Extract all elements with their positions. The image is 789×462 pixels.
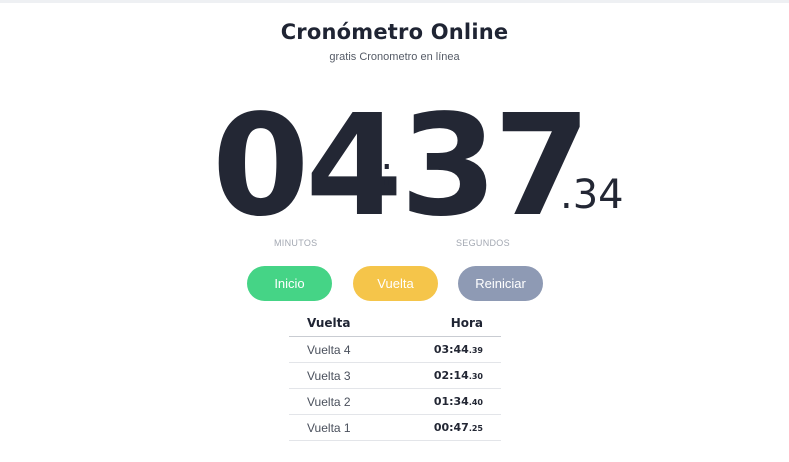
hundredths-display: .34 (560, 172, 624, 218)
lap-time-hundredths: .30 (468, 372, 483, 381)
minutes-display: 04 (212, 85, 403, 248)
lap-time: 03:44.39 (434, 343, 483, 356)
start-button[interactable]: Inicio (247, 266, 332, 301)
time-column-header: Hora (450, 316, 483, 330)
table-row: Vuelta 3 02:14.30 (289, 363, 501, 389)
minutes-label: MINUTOS (274, 238, 318, 248)
lap-time-hundredths: .40 (468, 398, 483, 407)
lap-time: 00:47.25 (434, 421, 483, 434)
lap-name: Vuelta 1 (307, 421, 351, 435)
table-row: Vuelta 4 03:44.39 (289, 337, 501, 363)
lap-time-main: 02:14 (433, 369, 469, 382)
lap-time-main: 00:47 (433, 421, 469, 434)
table-row: Vuelta 2 01:34.40 (289, 389, 501, 415)
reset-button[interactable]: Reiniciar (458, 266, 543, 301)
seconds-label: SEGUNDOS (456, 238, 510, 248)
time-separator: : (380, 149, 394, 195)
lap-time: 01:34.40 (434, 395, 483, 408)
laps-table-header: Vuelta Hora (289, 310, 501, 337)
table-row: Vuelta 1 00:47.25 (289, 415, 501, 441)
lap-name: Vuelta 2 (307, 395, 351, 409)
lap-time-hundredths: .39 (468, 346, 483, 355)
seconds-display: 37 (400, 85, 591, 248)
lap-time-main: 03:44 (433, 343, 469, 356)
lap-time-hundredths: .25 (468, 424, 483, 433)
lap-column-header: Vuelta (307, 316, 351, 330)
lap-button[interactable]: Vuelta (353, 266, 438, 301)
lap-time: 02:14.30 (434, 369, 483, 382)
lap-name: Vuelta 3 (307, 369, 351, 383)
lap-time-main: 01:34 (433, 395, 469, 408)
stopwatch-display: 04 : 37 .34 MINUTOS SEGUNDOS (0, 0, 789, 260)
laps-table: Vuelta Hora Vuelta 4 03:44.39 Vuelta 3 0… (289, 310, 501, 441)
lap-name: Vuelta 4 (307, 343, 351, 357)
